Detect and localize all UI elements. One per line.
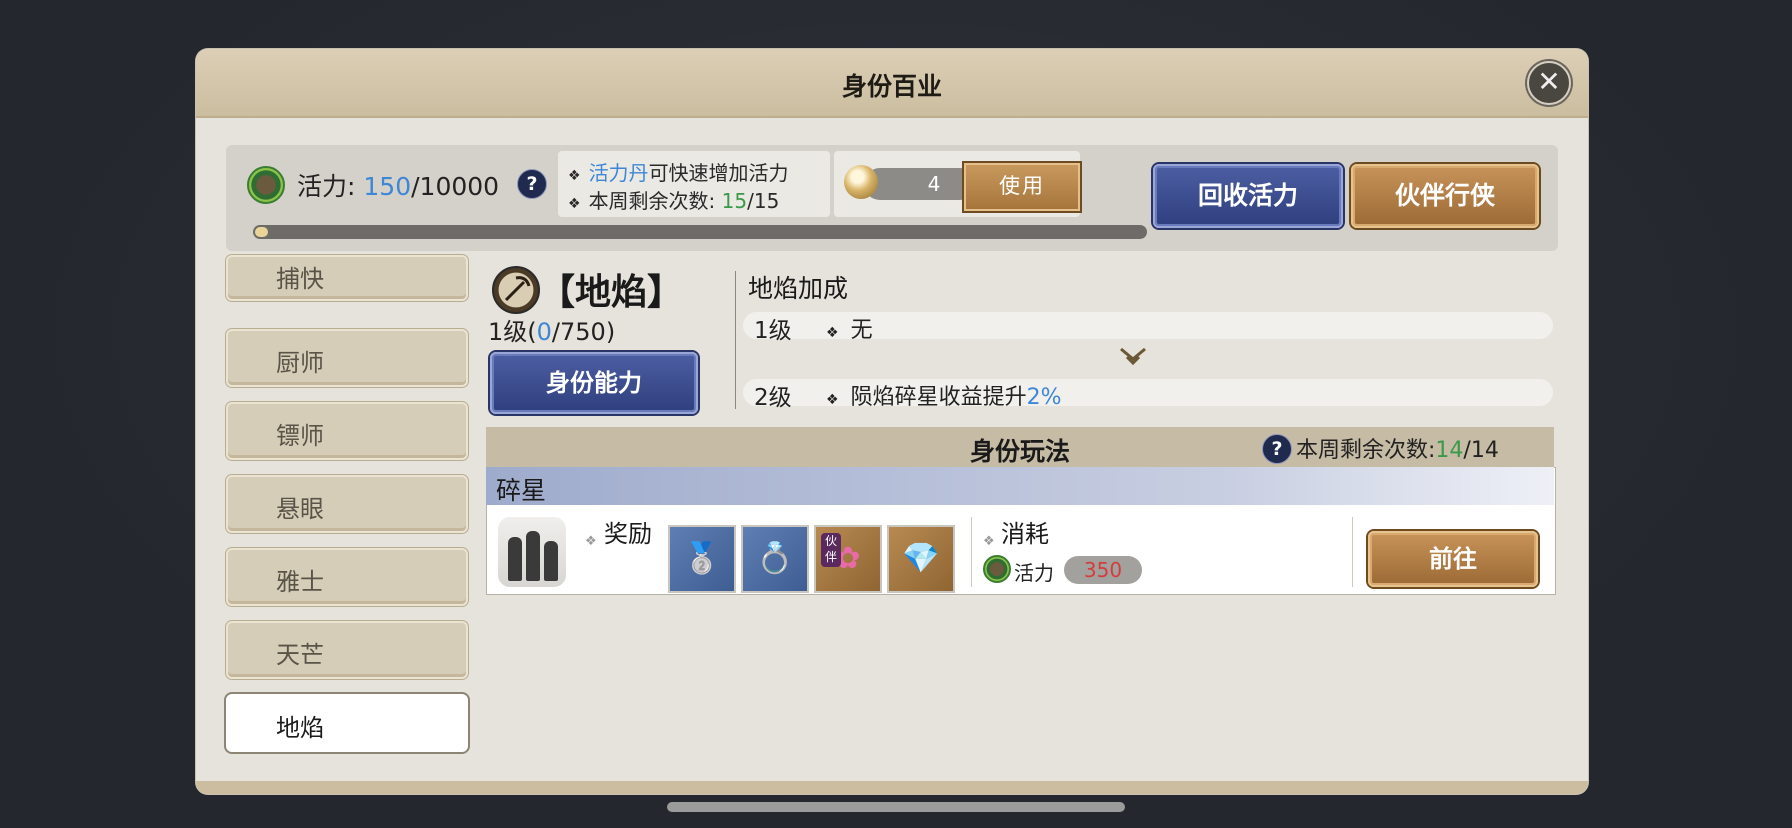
identity-ability-button[interactable]: 身份能力 xyxy=(490,352,698,414)
bonus-title: 地焰加成 xyxy=(748,274,849,303)
divider xyxy=(735,271,736,409)
tip-remain-total: /15 xyxy=(747,189,780,213)
sidebar-item-tianmang[interactable]: 天芒 xyxy=(226,621,468,679)
gameplay-card-header xyxy=(486,467,1554,505)
sidebar-item-label: 捕快 xyxy=(276,265,324,293)
dialog-title: 身份百业 xyxy=(841,72,942,101)
tip-remain-used: 15 xyxy=(721,189,748,213)
tip-line-2: ❖ 本周剩余次数: 15/15 xyxy=(568,185,779,214)
sidebar-item-label: 雅士 xyxy=(276,568,324,596)
divider xyxy=(971,517,972,587)
npc-group-avatar xyxy=(498,517,566,587)
stamina-max: /10000 xyxy=(411,172,500,201)
tip-highlight[interactable]: 活力丹 xyxy=(589,161,649,185)
gameplay-remaining: 本周剩余次数:14/14 xyxy=(1296,432,1499,464)
use-button[interactable]: 使用 xyxy=(962,161,1082,213)
pearl-icon xyxy=(844,165,878,199)
go-button[interactable]: 前往 xyxy=(1368,531,1538,587)
identity-exp-current: 0 xyxy=(536,318,552,346)
reward-label: 奖励 xyxy=(604,520,652,548)
item-glyph: 💍 xyxy=(756,541,794,576)
armlet-icon[interactable]: 💍 xyxy=(741,525,809,593)
tip-remain-label: 本周剩余次数: xyxy=(588,189,722,213)
sidebar-item-chef[interactable]: 厨师 xyxy=(226,329,468,387)
stamina-progress-track xyxy=(253,225,1147,239)
bonus-row-level: 2级 xyxy=(754,385,792,411)
gameplay-help-icon[interactable]: ? xyxy=(1262,434,1292,464)
partner-tag-badge: 伙伴 xyxy=(821,533,841,567)
partner-button[interactable]: 伙伴行侠 xyxy=(1351,164,1539,228)
diamond-bullet-icon: ❖ xyxy=(983,534,995,549)
bonus-row-text: ❖ 无 xyxy=(826,312,873,344)
item-glyph: 🥈 xyxy=(683,541,721,576)
npc-figure xyxy=(508,537,522,581)
identity-level: 1级(0/750) xyxy=(488,312,615,347)
sidebar-item-buKuai[interactable]: 捕快 xyxy=(226,255,468,301)
gameplay-card-name: 碎星 xyxy=(496,476,547,505)
identity-level-prefix: 1级( xyxy=(488,318,537,346)
stamina-icon xyxy=(983,555,1011,583)
sidebar-item-xuanyan[interactable]: 悬眼 xyxy=(226,475,468,533)
gameplay-remain-current: 14 xyxy=(1435,438,1464,463)
sidebar-item-scholar[interactable]: 雅士 xyxy=(226,548,468,606)
close-button[interactable]: ✕ xyxy=(1527,61,1571,105)
sidebar-item-label: 镖师 xyxy=(276,422,324,450)
stamina-readout: 活力: 150/10000 xyxy=(297,167,499,203)
diamond-bullet-icon: ❖ xyxy=(826,392,839,408)
stamina-icon xyxy=(247,166,285,204)
diamond-bullet-icon: ❖ xyxy=(826,325,839,341)
tip-text: 可快速增加活力 xyxy=(648,161,789,185)
diamond-bullet-icon: ❖ xyxy=(585,534,597,549)
bonus-row-desc: 无 xyxy=(850,318,873,343)
stamina-help-icon[interactable]: ? xyxy=(517,169,547,199)
cost-label: 消耗 xyxy=(1001,520,1049,548)
stamina-label: 活力: xyxy=(297,172,356,201)
npc-figure xyxy=(544,541,558,581)
recycle-stamina-button[interactable]: 回收活力 xyxy=(1153,164,1343,228)
diamond-bullet-icon: ❖ xyxy=(568,168,581,184)
pill-count-value: 4 xyxy=(927,172,941,196)
sidebar-item-diyan[interactable]: 地焰 xyxy=(226,694,468,752)
item-glyph: 💎 xyxy=(902,541,940,576)
pill-count: 4 xyxy=(864,168,976,200)
bonus-row-desc: 陨焰碎星收益提升 xyxy=(850,385,1027,410)
chevron-down-icon xyxy=(1118,345,1148,373)
stamina-current: 150 xyxy=(363,172,412,201)
identity-title: 【地焰】 xyxy=(539,271,684,313)
stamina-progress-fill xyxy=(255,227,268,237)
sidebar-item-label: 厨师 xyxy=(276,349,324,377)
bonus-row-level: 1级 xyxy=(754,318,792,344)
partner-gift-icon[interactable]: ✿ 伙伴 xyxy=(814,525,882,593)
identity-dialog: 身份百业 ✕ 活力: 150/10000 ? ❖ 活力丹可快速增加活力 ❖ 本周剩余… xyxy=(196,49,1588,794)
sidebar-item-label: 天芒 xyxy=(276,641,324,669)
home-indicator xyxy=(667,802,1125,812)
npc-figure xyxy=(526,531,540,581)
tip-line-1: ❖ 活力丹可快速增加活力 xyxy=(568,157,789,186)
gameplay-remain-total: /14 xyxy=(1463,438,1499,463)
divider xyxy=(1352,517,1353,587)
identity-exp-max: /750) xyxy=(551,318,616,346)
cost-value: 350 xyxy=(1064,556,1142,584)
crystal-icon[interactable]: 💎 xyxy=(887,525,955,593)
diamond-bullet-icon: ❖ xyxy=(568,196,581,212)
pickaxe-icon xyxy=(492,266,540,314)
close-icon: ✕ xyxy=(1537,65,1561,98)
silver-ingot-icon[interactable]: 🥈 xyxy=(668,525,736,593)
dialog-footer xyxy=(196,781,1588,794)
bonus-row-text: ❖ 陨焰碎星收益提升2% xyxy=(826,379,1061,411)
cost-name: 活力 xyxy=(1014,561,1054,585)
sidebar-item-label: 地焰 xyxy=(276,714,324,742)
sidebar-item-label: 悬眼 xyxy=(276,495,324,523)
bonus-row-percent: 2% xyxy=(1026,385,1062,410)
gameplay-remain-label: 本周剩余次数: xyxy=(1296,438,1436,463)
sidebar-item-escort[interactable]: 镖师 xyxy=(226,402,468,460)
